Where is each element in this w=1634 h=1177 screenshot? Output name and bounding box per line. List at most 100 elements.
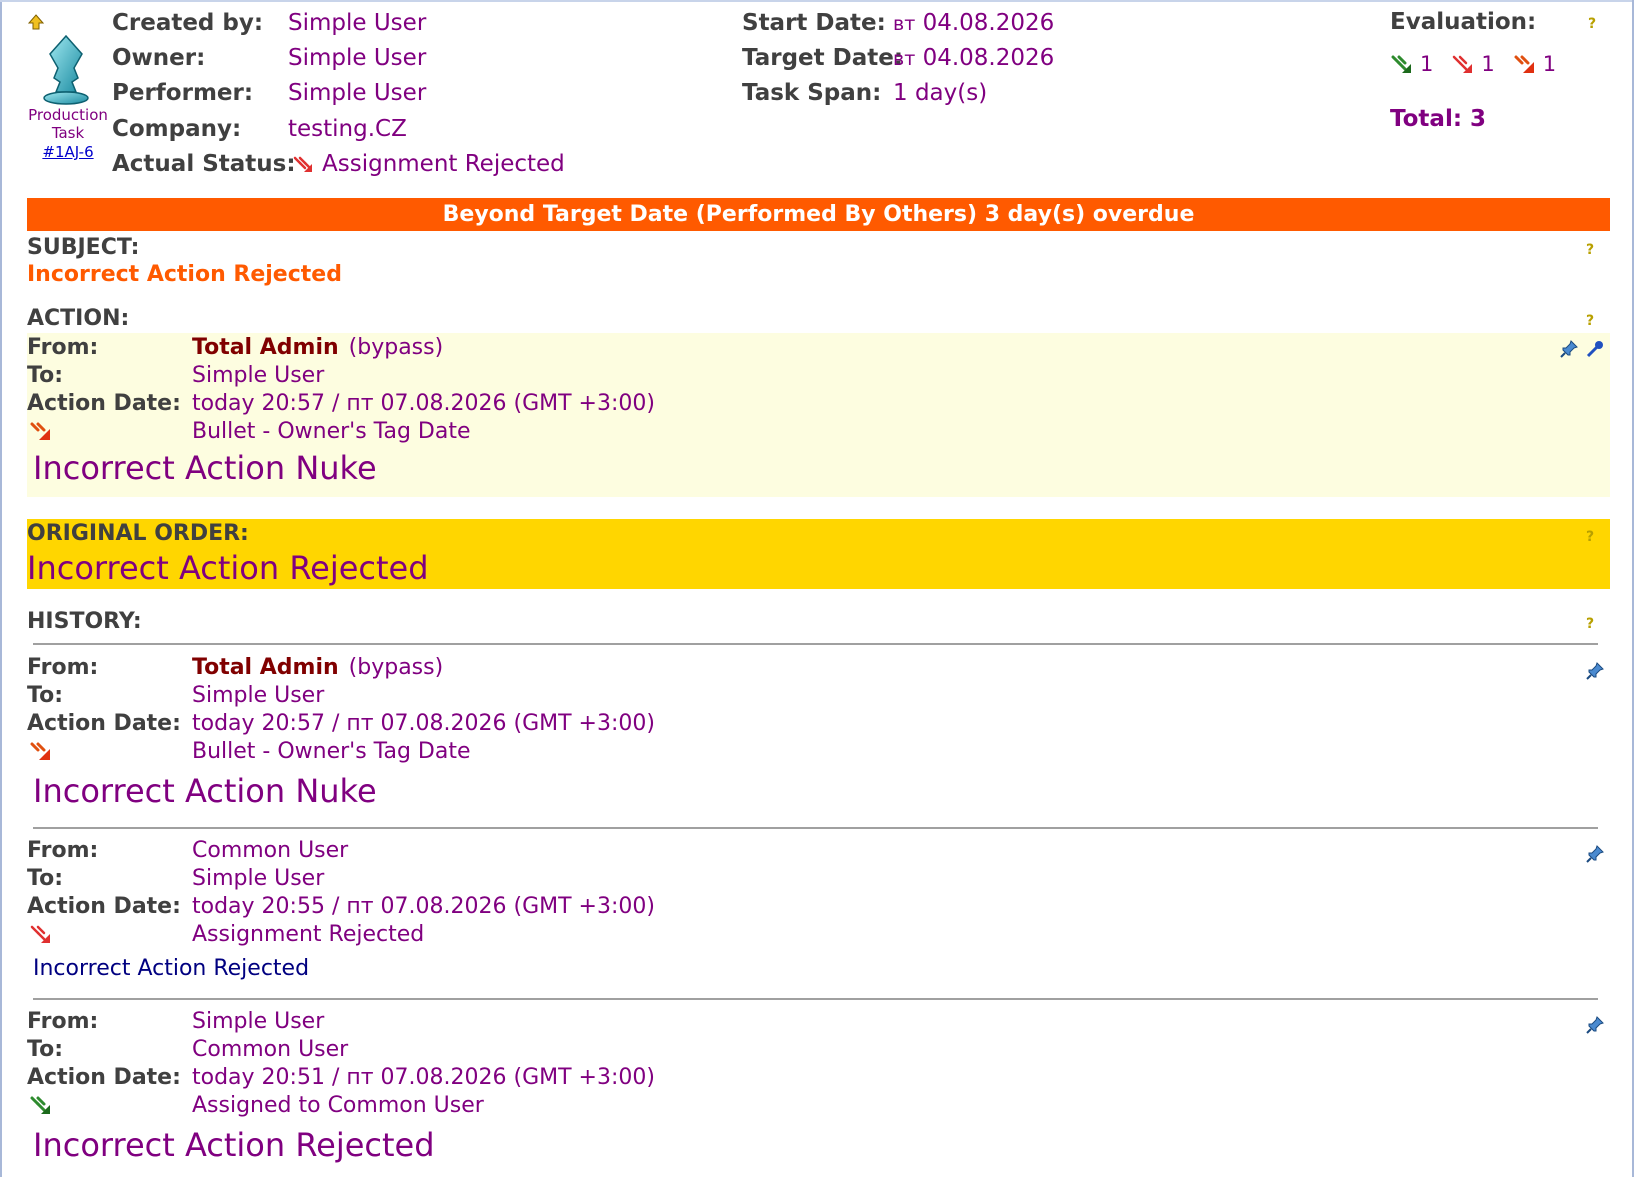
original-order-panel: ORIGINAL ORDER: Incorrect Action Rejecte… bbox=[27, 519, 1610, 589]
history-message: Incorrect Action Nuke bbox=[33, 772, 377, 810]
original-order-text: Incorrect Action Rejected bbox=[27, 549, 429, 587]
history-from-value: Common User bbox=[192, 838, 349, 863]
pin-icon[interactable] bbox=[1585, 844, 1605, 864]
parent-task-up-icon[interactable] bbox=[28, 14, 44, 30]
edit-tool-icon[interactable] bbox=[1585, 339, 1605, 359]
evaluation-item-positive: 1 bbox=[1390, 52, 1433, 76]
evaluation-positive-count: 1 bbox=[1420, 52, 1434, 76]
history-divider bbox=[33, 827, 1598, 829]
start-date-label: Start Date: bbox=[742, 10, 886, 36]
owner-label: Owner: bbox=[112, 45, 206, 71]
action-from-label: From: bbox=[27, 335, 99, 360]
evaluation-bullet-count: 1 bbox=[1542, 52, 1557, 76]
red-striped-arrow-icon bbox=[30, 925, 50, 943]
bullet-arrow-icon bbox=[30, 422, 50, 440]
history-from-label: From: bbox=[27, 655, 99, 680]
start-date-text: 04.08.2026 bbox=[922, 10, 1055, 36]
task-id-link[interactable]: #1AJ-6 bbox=[26, 143, 110, 161]
action-bypass-note: (bypass) bbox=[348, 335, 444, 360]
history-help-icon[interactable]: ? bbox=[1583, 616, 1597, 632]
evaluation-item-rejected: 1 bbox=[1451, 52, 1495, 76]
action-message: Incorrect Action Nuke bbox=[33, 449, 377, 487]
history-kind: Assigned to Common User bbox=[192, 1093, 484, 1118]
target-date-day: вт bbox=[893, 48, 916, 70]
subject-help-icon[interactable]: ? bbox=[1583, 242, 1597, 258]
action-to-label: To: bbox=[27, 363, 63, 388]
target-date-value: вт 04.08.2026 bbox=[893, 45, 1054, 71]
action-kind: Bullet - Owner's Tag Date bbox=[192, 419, 471, 444]
action-label: ACTION: bbox=[27, 306, 130, 331]
history-date-label: Action Date: bbox=[27, 711, 181, 736]
evaluation-rejected-count: 1 bbox=[1481, 52, 1495, 76]
original-order-help-icon[interactable]: ? bbox=[1583, 529, 1597, 545]
action-date-value: today 20:57 / пт 07.08.2026 (GMT +3:00) bbox=[192, 391, 655, 416]
history-to-label: To: bbox=[27, 683, 63, 708]
history-to-label: To: bbox=[27, 1037, 63, 1062]
history-kind: Bullet - Owner's Tag Date bbox=[192, 739, 471, 764]
original-order-label: ORIGINAL ORDER: bbox=[27, 521, 249, 546]
history-message: Incorrect Action Rejected bbox=[33, 1126, 435, 1164]
action-sender: Total Admin bbox=[192, 335, 339, 360]
evaluation-total: Total: 3 bbox=[1390, 106, 1487, 132]
history-to-value: Common User bbox=[192, 1037, 349, 1062]
history-to-value: Simple User bbox=[192, 683, 325, 708]
task-header: Production Task #1AJ-6 Created by: Simpl… bbox=[0, 0, 1634, 195]
orange-arrow-icon bbox=[1514, 55, 1534, 73]
history-kind: Assignment Rejected bbox=[192, 922, 425, 947]
start-date-day: вт bbox=[893, 13, 916, 35]
subject-text: Incorrect Action Rejected bbox=[27, 262, 342, 287]
history-label: HISTORY: bbox=[27, 609, 142, 634]
history-from-label: From: bbox=[27, 838, 99, 863]
target-date-text: 04.08.2026 bbox=[922, 45, 1055, 71]
history-date-value: today 20:55 / пт 07.08.2026 (GMT +3:00) bbox=[192, 894, 655, 919]
task-type-label: Production Task bbox=[28, 106, 108, 142]
evaluation-label: Evaluation: bbox=[1390, 9, 1537, 35]
history-date-label: Action Date: bbox=[27, 894, 181, 919]
created-by-label: Created by: bbox=[112, 10, 264, 36]
actual-status-label: Actual Status: bbox=[112, 151, 296, 177]
owner-value: Simple User bbox=[288, 45, 427, 71]
subject-label: SUBJECT: bbox=[27, 235, 140, 260]
production-task-icon bbox=[43, 34, 89, 105]
action-to-value: Simple User bbox=[192, 363, 325, 388]
action-date-label: Action Date: bbox=[27, 391, 181, 416]
history-from-label: From: bbox=[27, 1009, 99, 1034]
history-date-value: today 20:57 / пт 07.08.2026 (GMT +3:00) bbox=[192, 711, 655, 736]
history-date-value: today 20:51 / пт 07.08.2026 (GMT +3:00) bbox=[192, 1065, 655, 1090]
green-arrow-icon bbox=[30, 1096, 50, 1114]
history-to-value: Simple User bbox=[192, 866, 325, 891]
evaluation-help-icon[interactable]: ? bbox=[1585, 16, 1599, 32]
history-divider bbox=[33, 643, 1598, 645]
company-value: testing.CZ bbox=[288, 116, 407, 142]
current-action-panel: From: Total Admin (bypass) To: Simple Use… bbox=[27, 333, 1610, 497]
history-from-value: Simple User bbox=[192, 1009, 325, 1034]
history-bypass-note: (bypass) bbox=[348, 655, 444, 680]
history-date-label: Action Date: bbox=[27, 1065, 181, 1090]
green-arrow-icon bbox=[1391, 55, 1411, 73]
red-striped-arrow-icon bbox=[1453, 55, 1473, 73]
performer-value: Simple User bbox=[288, 80, 427, 106]
target-date-label: Target Date: bbox=[742, 45, 904, 71]
history-to-label: To: bbox=[27, 866, 63, 891]
actual-status-value: Assignment Rejected bbox=[292, 151, 565, 177]
evaluation-counts: 1 1 1 bbox=[1390, 52, 1574, 76]
performer-label: Performer: bbox=[112, 80, 254, 106]
action-help-icon[interactable]: ? bbox=[1583, 313, 1597, 329]
pin-icon[interactable] bbox=[1585, 1015, 1605, 1035]
start-date-value: вт 04.08.2026 bbox=[893, 10, 1054, 36]
assignment-rejected-icon bbox=[293, 156, 312, 172]
task-span-label: Task Span: bbox=[742, 80, 882, 106]
overdue-banner: Beyond Target Date (Performed By Others)… bbox=[27, 198, 1610, 231]
history-from-value: Total Admin (bypass) bbox=[192, 655, 443, 680]
history-sender: Total Admin bbox=[192, 655, 339, 680]
history-message: Incorrect Action Rejected bbox=[33, 956, 310, 981]
task-span-value: 1 day(s) bbox=[893, 80, 988, 106]
pin-icon[interactable] bbox=[1559, 339, 1579, 359]
created-by-value: Simple User bbox=[288, 10, 427, 36]
pin-icon[interactable] bbox=[1585, 661, 1605, 681]
evaluation-item-bullet: 1 bbox=[1513, 52, 1556, 76]
actual-status-text: Assignment Rejected bbox=[322, 151, 565, 177]
history-divider bbox=[33, 998, 1598, 1000]
action-from-value: Total Admin (bypass) bbox=[192, 335, 443, 360]
company-label: Company: bbox=[112, 116, 242, 142]
